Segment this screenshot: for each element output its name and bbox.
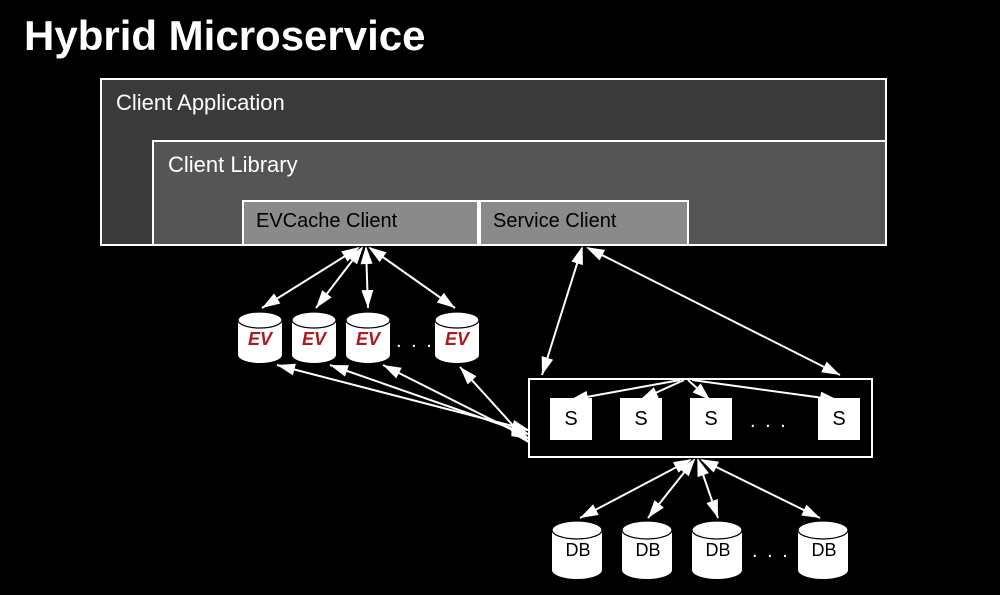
service-node-label: S bbox=[634, 408, 647, 431]
ellipsis: . . . bbox=[752, 540, 790, 563]
db-cylinder-3 bbox=[692, 521, 742, 579]
ev-node-label: EV bbox=[302, 329, 326, 350]
db-node-label: DB bbox=[633, 540, 663, 561]
service-node-label: S bbox=[704, 408, 717, 431]
db-cylinder-2 bbox=[622, 521, 672, 579]
service-node: S bbox=[620, 398, 662, 440]
service-node-label: S bbox=[832, 408, 845, 431]
db-node-label: DB bbox=[809, 540, 839, 561]
service-client-label: Service Client bbox=[493, 210, 616, 232]
ev-node-label: EV bbox=[445, 329, 469, 350]
ev-node-label: EV bbox=[248, 329, 272, 350]
service-node: S bbox=[818, 398, 860, 440]
db-cylinder-1 bbox=[552, 521, 602, 579]
evcache-client-box: EVCache Client bbox=[242, 200, 479, 246]
db-cylinder-4 bbox=[798, 521, 848, 579]
service-client-box: Service Client bbox=[479, 200, 689, 246]
ev-node-label: EV bbox=[356, 329, 380, 350]
ev-cylinder-4 bbox=[435, 312, 479, 363]
service-node: S bbox=[690, 398, 732, 440]
service-node: S bbox=[550, 398, 592, 440]
client-application-label: Client Application bbox=[116, 90, 285, 115]
ev-cylinder-3 bbox=[346, 312, 390, 363]
ellipsis: . . . bbox=[750, 410, 788, 433]
ellipsis: . . . bbox=[396, 330, 434, 353]
ev-cylinder-1 bbox=[238, 312, 282, 363]
ev-cylinder-2 bbox=[292, 312, 336, 363]
service-node-label: S bbox=[564, 408, 577, 431]
client-library-label: Client Library bbox=[168, 152, 298, 177]
page-title: Hybrid Microservice bbox=[24, 12, 426, 60]
evcache-client-label: EVCache Client bbox=[256, 210, 397, 232]
db-node-label: DB bbox=[563, 540, 593, 561]
db-node-label: DB bbox=[703, 540, 733, 561]
